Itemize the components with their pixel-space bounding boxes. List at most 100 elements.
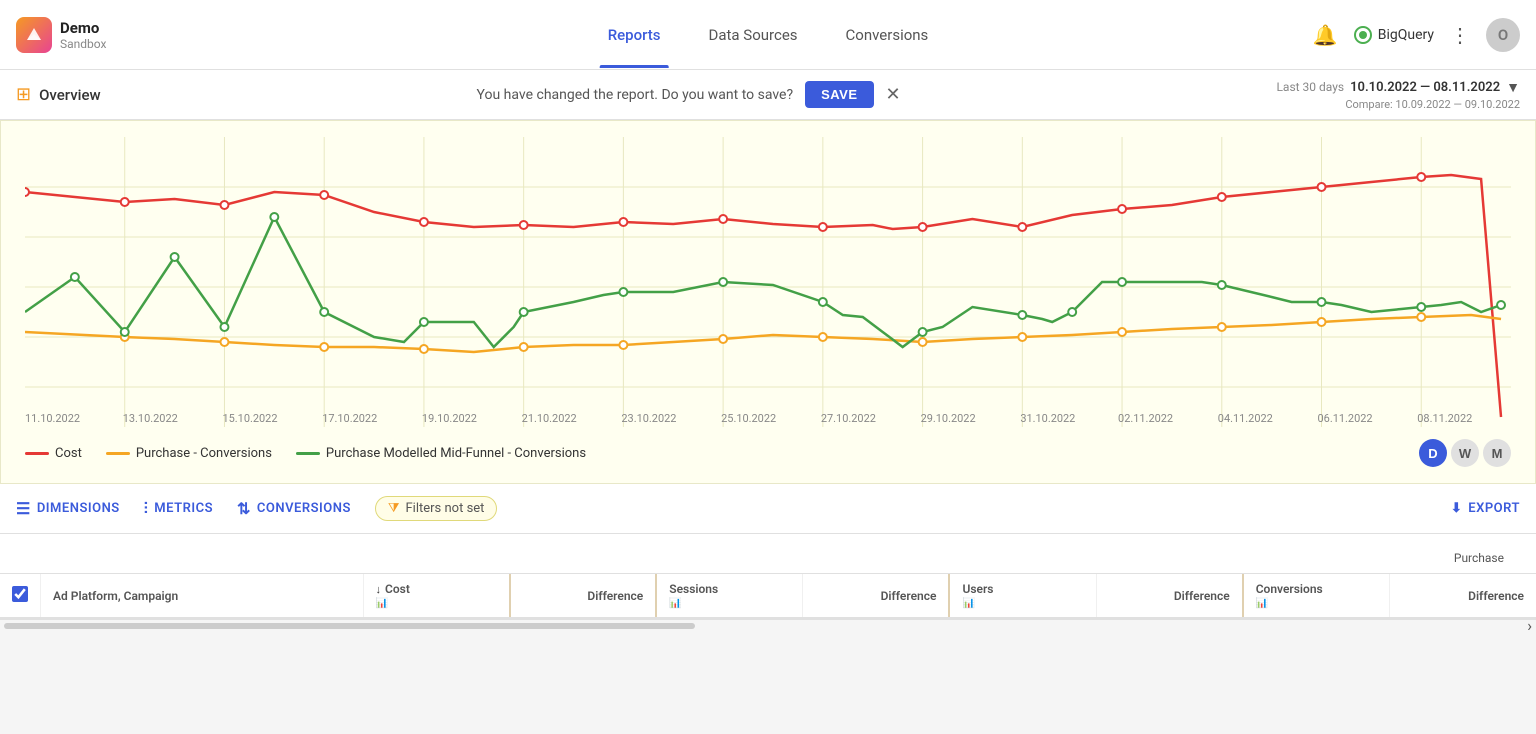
dimensions-button[interactable]: ☰ DIMENSIONS [16,499,120,518]
period-month-button[interactable]: M [1483,439,1511,467]
purchase-section-label: Purchase [1454,543,1520,573]
modelled-dot [220,323,228,331]
period-day-button[interactable]: D [1419,439,1447,467]
metrics-button[interactable]: ⫶ METRICS [144,499,213,519]
period-week-button[interactable]: W [1451,439,1479,467]
save-notice-text: You have changed the report. Do you want… [477,87,794,103]
legend-cost: Cost [25,446,82,461]
cost-dot [619,218,627,226]
toolbar-left: ⊞ Overview [16,84,101,105]
th-conversions-label: Conversions [1256,582,1323,596]
nav-conversions[interactable]: Conversions [822,2,953,68]
purchase-dot [220,338,228,346]
modelled-dot [121,328,129,336]
x-label: 02.11.2022 [1118,412,1173,425]
metrics-label: METRICS [154,501,213,516]
user-avatar[interactable]: O [1486,18,1520,52]
purchase-dot [1318,318,1326,326]
modelled-dot [619,288,627,296]
th-conversions-diff-label: Difference [1468,589,1524,603]
purchase-conversions-line [25,315,1501,352]
save-button[interactable]: SAVE [805,81,873,108]
scroll-track[interactable] [4,623,695,629]
filter-icon: ⧩ [388,501,400,516]
sessions-chart-icon: 📊 [669,598,681,609]
modelled-dot [71,273,79,281]
modelled-dot [1417,303,1425,311]
th-conversions-diff: Difference [1389,574,1536,618]
modelled-dot [1068,308,1076,316]
purchase-dot [719,335,727,343]
purchase-dot [919,338,927,346]
th-campaign: Ad Platform, Campaign [41,574,364,618]
th-cost-diff-label: Difference [587,589,643,603]
x-label: 11.10.2022 [25,412,80,425]
overview-label: Overview [39,86,101,104]
export-button[interactable]: ⬇ EXPORT [1451,501,1520,516]
cost-dot [919,223,927,231]
date-dropdown-icon[interactable]: ▼ [1506,79,1520,96]
cost-chart-icon: 📊 [376,598,388,609]
cost-dot [121,198,129,206]
x-label: 25.10.2022 [721,412,776,425]
notification-bell-icon[interactable]: 🔔 [1313,23,1338,47]
select-all-checkbox[interactable] [12,586,28,602]
conversions-chart-icon: 📊 [1256,598,1268,609]
users-chart-icon: 📊 [962,598,974,609]
filters-label: Filters not set [406,501,485,516]
modelled-dot [1497,301,1505,309]
conversions-button[interactable]: ⇅ CONVERSIONS [237,499,351,518]
th-cost-label: Cost [385,582,410,596]
x-label: 13.10.2022 [123,412,178,425]
legend-modelled: Purchase Modelled Mid-Funnel - Conversio… [296,446,586,461]
conversions-label: CONVERSIONS [257,501,351,516]
bigquery-selector[interactable]: BigQuery [1354,26,1434,44]
scroll-bar-area: › [0,619,1536,631]
conversions-icon: ⇅ [237,499,251,518]
th-sessions-diff: Difference [803,574,950,618]
bottom-toolbar: ☰ DIMENSIONS ⫶ METRICS ⇅ CONVERSIONS ⧩ F… [0,484,1536,534]
x-label: 27.10.2022 [821,412,876,425]
th-conversions-container: Conversions 📊 [1256,582,1377,609]
filters-button[interactable]: ⧩ Filters not set [375,496,498,521]
legend-purchase: Purchase - Conversions [106,446,272,461]
bigquery-dot-inner [1359,31,1367,39]
scroll-right-icon[interactable]: › [1527,616,1532,631]
more-options-icon[interactable]: ⋮ [1450,23,1470,47]
th-cost-container: ↓ Cost 📊 [376,582,497,609]
date-range-main: Last 30 days 10.10.2022 — 08.11.2022 ▼ [1276,79,1520,96]
nav-data-sources[interactable]: Data Sources [685,2,822,68]
x-label: 31.10.2022 [1020,412,1075,425]
th-users-container: Users 📊 [962,582,1083,609]
logo-text: Demo Sandbox [60,19,106,51]
th-cost: ↓ Cost 📊 [363,574,510,618]
data-table-area: Purchase Ad Platform, Campaign ↓ Cost � [0,534,1536,631]
th-conversions: Conversions 📊 [1243,574,1390,618]
modelled-dot [819,298,827,306]
close-save-notice-button[interactable]: ✕ [886,84,901,105]
cost-dot [220,201,228,209]
modelled-dot [919,328,927,336]
grid-icon: ⊞ [16,84,31,105]
metrics-icon: ⫶ [144,499,149,519]
purchase-dot [320,343,328,351]
bigquery-label: BigQuery [1378,27,1434,43]
data-table: Ad Platform, Campaign ↓ Cost 📊 Differenc… [0,574,1536,619]
date-compare: Compare: 10.09.2022 — 09.10.2022 [1345,98,1520,111]
nav-reports[interactable]: Reports [584,2,685,68]
x-label: 08.11.2022 [1417,412,1472,425]
logo-area: Demo Sandbox [16,17,156,53]
x-label: 19.10.2022 [422,412,477,425]
modelled-dot [1018,311,1026,319]
cost-dot [1417,173,1425,181]
modelled-dot [719,278,727,286]
modelled-dot [420,318,428,326]
date-range-selector[interactable]: Last 30 days 10.10.2022 — 08.11.2022 ▼ C… [1276,79,1520,111]
export-icon: ⬇ [1451,501,1462,516]
cost-dot [1218,193,1226,201]
chart-svg: 11.10.2022 13.10.2022 15.10.2022 17.10.2… [25,137,1511,427]
th-sessions-container: Sessions 📊 [669,582,790,609]
purchase-dot [420,345,428,353]
modelled-dot [270,213,278,221]
cost-dot [420,218,428,226]
